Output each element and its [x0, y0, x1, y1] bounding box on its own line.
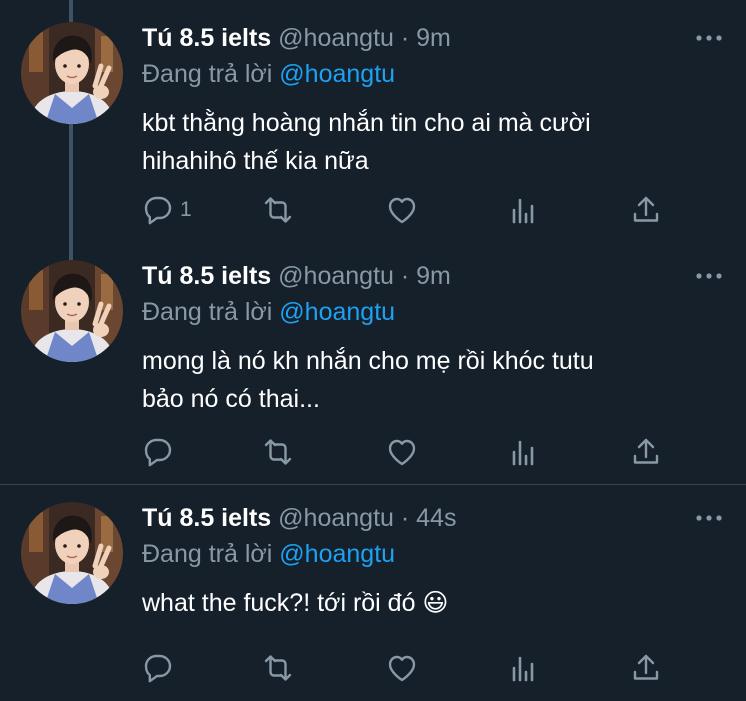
tweet[interactable]: Tú 8.5 ielts @hoangtu · 44s Đang trả lời…: [0, 502, 746, 697]
share-button[interactable]: [630, 652, 662, 684]
replying-to: Đang trả lời @hoangtu: [142, 296, 395, 328]
like-button[interactable]: [386, 652, 418, 684]
avatar[interactable]: [21, 22, 123, 124]
more-options-button[interactable]: [694, 264, 724, 288]
timestamp[interactable]: 9m: [416, 262, 451, 290]
tweet-text-line: kbt thằng hoàng nhắn tin cho ai mà cười: [142, 109, 591, 137]
reply-button[interactable]: 1: [142, 194, 192, 226]
analytics-icon: [512, 198, 534, 224]
header-separator: ·: [400, 504, 410, 532]
more-options-button[interactable]: [694, 26, 724, 50]
tweet-text: what the fuck?! tới rồi đó 😃: [142, 584, 722, 622]
avatar[interactable]: [21, 260, 123, 362]
user-handle[interactable]: @hoangtu: [278, 504, 394, 532]
display-name[interactable]: Tú 8.5 ielts: [142, 24, 271, 52]
tweet-text-line: hihahihô thế kia nữa: [142, 147, 369, 175]
replying-to-mention[interactable]: @hoangtu: [279, 540, 395, 568]
tweet-divider: [0, 484, 746, 485]
tweet[interactable]: Tú 8.5 ielts @hoangtu · 9m Đang trả lời …: [0, 0, 746, 262]
thread-connector-line: [69, 0, 73, 22]
reply-icon: [144, 196, 172, 225]
reply-icon: [144, 654, 172, 683]
analytics-button[interactable]: [508, 652, 540, 684]
tweet-text-line: what the fuck?! tới rồi đó 😃: [142, 589, 449, 617]
share-button[interactable]: [630, 194, 662, 226]
share-icon: [633, 438, 659, 464]
replying-to: Đang trả lời @hoangtu: [142, 538, 395, 570]
reply-button[interactable]: [142, 436, 174, 468]
replying-to-label: Đang trả lời: [142, 298, 273, 326]
analytics-icon: [512, 440, 534, 466]
tweet-header: Tú 8.5 ielts @hoangtu · 9m: [142, 260, 451, 292]
timestamp[interactable]: 44s: [416, 504, 456, 532]
analytics-icon: [512, 656, 534, 682]
retweet-icon: [264, 197, 292, 223]
retweet-button[interactable]: [262, 652, 294, 684]
more-icon: [696, 273, 722, 279]
like-button[interactable]: [386, 436, 418, 468]
timestamp[interactable]: 9m: [416, 24, 451, 52]
tweet-text: mong là nó kh nhắn cho mẹ rồi khóc tutu …: [142, 342, 722, 418]
more-options-button[interactable]: [694, 506, 724, 530]
share-icon: [633, 654, 659, 680]
replying-to: Đang trả lời @hoangtu: [142, 58, 395, 90]
tweet-thread: Tú 8.5 ielts @hoangtu · 9m Đang trả lời …: [0, 0, 746, 701]
reply-count: 1: [180, 198, 192, 221]
header-separator: ·: [400, 262, 410, 290]
thread-connector-line: [69, 124, 73, 262]
user-handle[interactable]: @hoangtu: [278, 262, 394, 290]
analytics-button[interactable]: [508, 194, 540, 226]
display-name[interactable]: Tú 8.5 ielts: [142, 504, 271, 532]
tweet-text-line: bảo nó có thai...: [142, 385, 320, 413]
retweet-icon: [264, 655, 292, 681]
retweet-button[interactable]: [262, 194, 294, 226]
replying-to-label: Đang trả lời: [142, 60, 273, 88]
avatar[interactable]: [21, 502, 123, 604]
like-icon: [388, 197, 416, 224]
like-icon: [388, 655, 416, 682]
user-handle[interactable]: @hoangtu: [278, 24, 394, 52]
like-icon: [388, 439, 416, 466]
tweet-actions: [142, 652, 702, 684]
replying-to-label: Đang trả lời: [142, 540, 273, 568]
tweet-text-line: mong là nó kh nhắn cho mẹ rồi khóc tutu: [142, 347, 594, 375]
tweet-actions: 1: [142, 194, 702, 226]
display-name[interactable]: Tú 8.5 ielts: [142, 262, 271, 290]
like-button[interactable]: [386, 194, 418, 226]
tweet-text: kbt thằng hoàng nhắn tin cho ai mà cười …: [142, 104, 722, 180]
replying-to-mention[interactable]: @hoangtu: [279, 298, 395, 326]
tweet-header: Tú 8.5 ielts @hoangtu · 9m: [142, 22, 451, 54]
header-separator: ·: [400, 24, 410, 52]
replying-to-mention[interactable]: @hoangtu: [279, 60, 395, 88]
more-icon: [696, 515, 722, 521]
reply-button[interactable]: [142, 652, 174, 684]
tweet-header: Tú 8.5 ielts @hoangtu · 44s: [142, 502, 456, 534]
analytics-button[interactable]: [508, 436, 540, 468]
reply-icon: [144, 438, 172, 467]
retweet-button[interactable]: [262, 436, 294, 468]
tweet-actions: [142, 436, 702, 468]
retweet-icon: [264, 439, 292, 465]
more-icon: [696, 35, 722, 41]
tweet[interactable]: Tú 8.5 ielts @hoangtu · 9m Đang trả lời …: [0, 260, 746, 470]
share-button[interactable]: [630, 436, 662, 468]
share-icon: [633, 196, 659, 222]
